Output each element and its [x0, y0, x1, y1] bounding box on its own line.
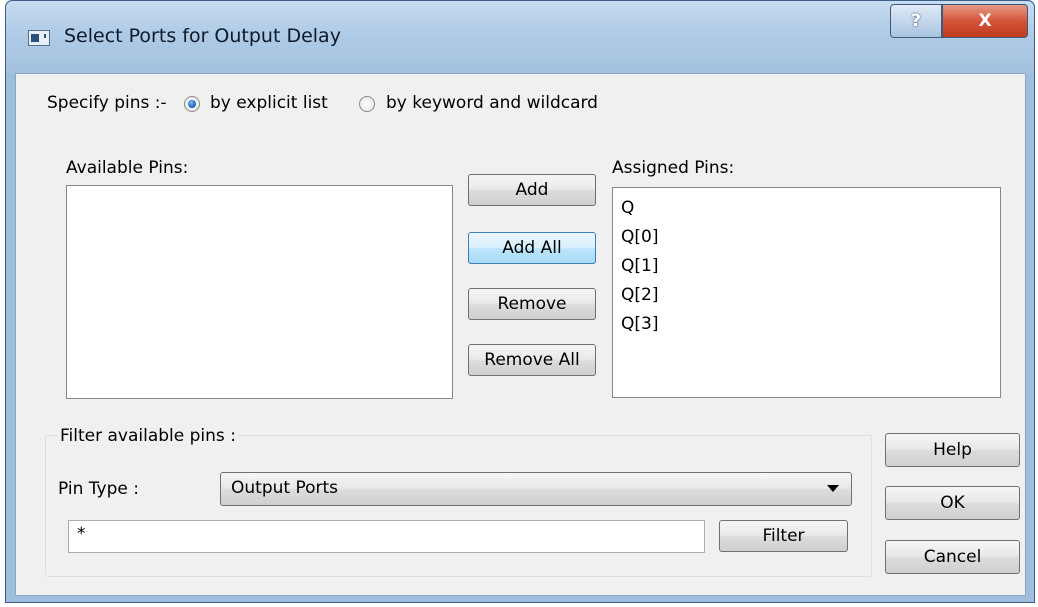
add-button[interactable]: Add [468, 174, 596, 206]
dialog-window: Select Ports for Output Delay ? X Specif… [5, 0, 1035, 603]
cancel-button[interactable]: Cancel [885, 540, 1020, 574]
title-close-button[interactable]: X [942, 4, 1028, 38]
specify-pins-label: Specify pins :- [47, 93, 167, 113]
close-icon: X [978, 11, 992, 31]
available-pins-label: Available Pins: [66, 158, 189, 178]
remove-all-button[interactable]: Remove All [468, 344, 596, 376]
remove-button[interactable]: Remove [468, 288, 596, 320]
pin-type-dropdown[interactable]: Output Ports [220, 472, 852, 506]
add-all-button[interactable]: Add All [468, 232, 596, 264]
pin-type-label: Pin Type : [58, 479, 139, 499]
radio-explicit-list-label[interactable]: by explicit list [210, 93, 328, 113]
radio-keyword-wildcard[interactable] [359, 96, 375, 112]
ok-button[interactable]: OK [885, 486, 1020, 520]
list-item[interactable]: Q[3] [621, 314, 658, 334]
title-bar[interactable]: Select Ports for Output Delay ? X [6, 1, 1034, 73]
chevron-down-icon [827, 485, 839, 492]
assigned-pins-list[interactable]: Q Q[0] Q[1] Q[2] Q[3] [612, 187, 1001, 398]
list-item[interactable]: Q[0] [621, 227, 658, 247]
list-item[interactable]: Q [621, 198, 634, 218]
title-help-button[interactable]: ? [890, 4, 942, 38]
help-button[interactable]: Help [885, 433, 1020, 467]
window-title: Select Ports for Output Delay [64, 25, 341, 47]
list-item[interactable]: Q[2] [621, 285, 658, 305]
radio-explicit-list[interactable] [184, 96, 200, 112]
radio-keyword-wildcard-label[interactable]: by keyword and wildcard [386, 93, 598, 113]
assigned-pins-label: Assigned Pins: [612, 158, 735, 178]
filter-button[interactable]: Filter [719, 520, 848, 552]
available-pins-list[interactable] [66, 185, 453, 399]
filter-group [45, 435, 872, 577]
list-item[interactable]: Q[1] [621, 256, 658, 276]
dialog-client-area: Specify pins :- by explicit list by keyw… [15, 73, 1026, 596]
pin-filter-input[interactable]: * [68, 520, 705, 553]
filter-group-label: Filter available pins : [58, 426, 238, 446]
question-mark-icon: ? [911, 11, 921, 31]
pin-type-value: Output Ports [231, 478, 339, 498]
app-window-icon [28, 30, 50, 46]
